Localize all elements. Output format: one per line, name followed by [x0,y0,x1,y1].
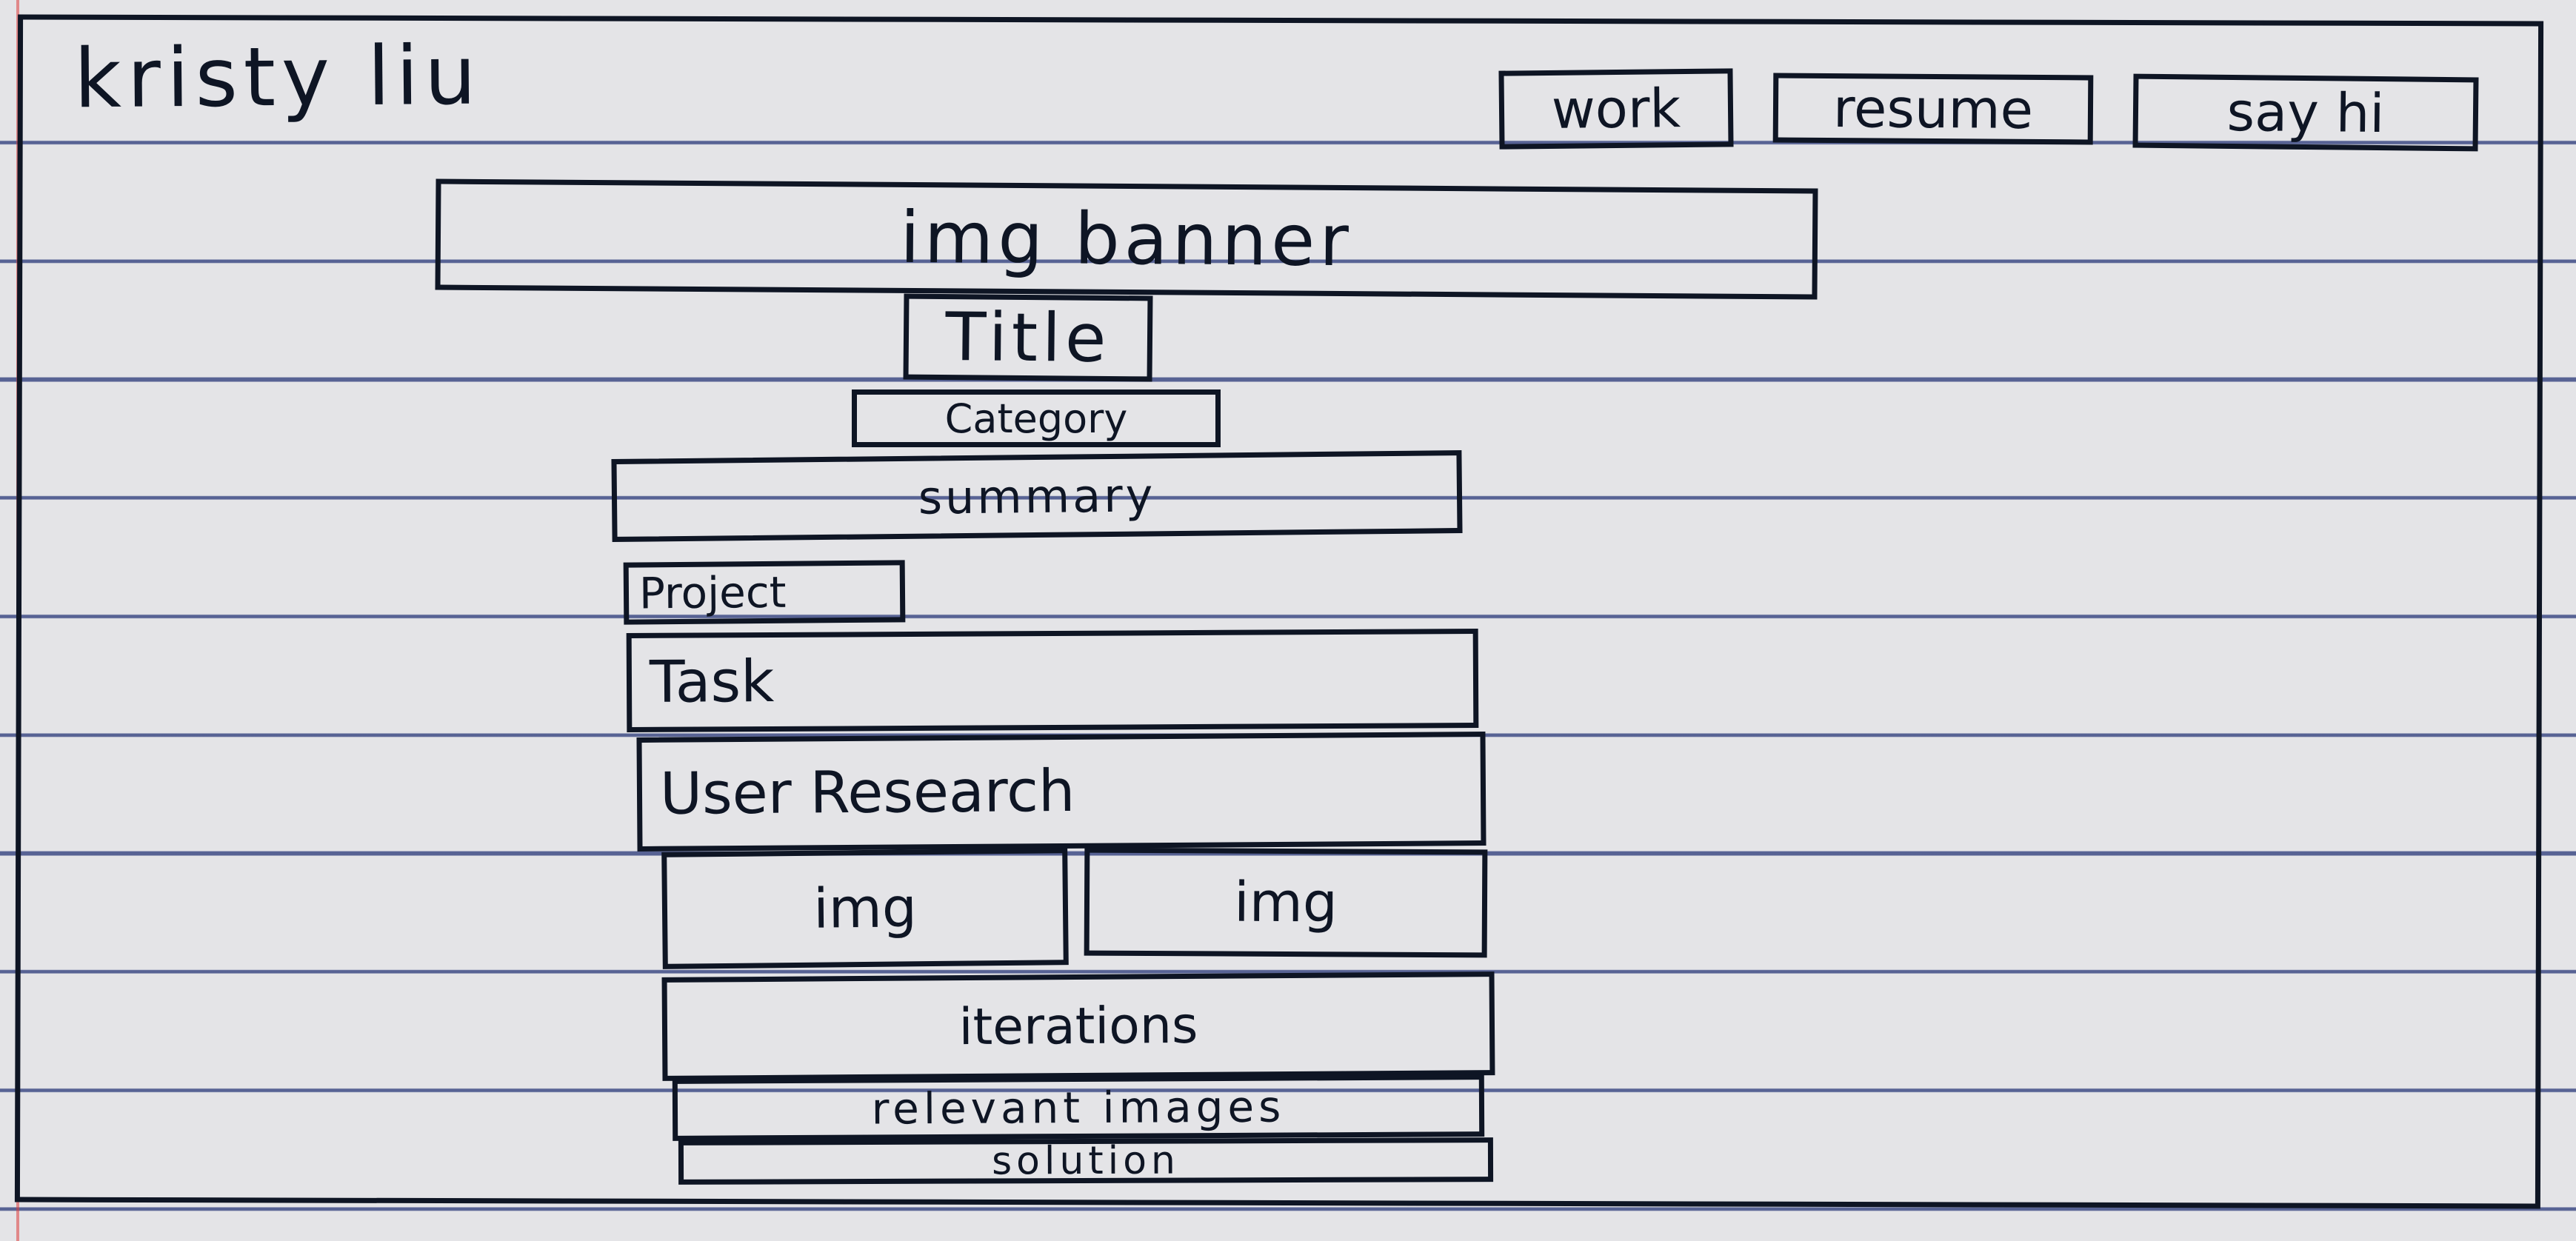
project-title: Title [903,293,1153,382]
site-logo[interactable]: kristy liu [73,28,482,127]
research-image-left: img [661,848,1069,969]
project-section-label: Project [623,560,906,625]
iterations-section: iterations [661,971,1495,1081]
project-category: Category [852,389,1221,447]
user-research-section: User Research [636,732,1486,852]
project-summary: summary [611,449,1463,543]
image-banner: img banner [435,178,1818,300]
task-section: Task [626,628,1479,733]
research-image-right: img [1084,847,1488,958]
nav-work-button[interactable]: work [1498,68,1734,150]
nav-resume-button[interactable]: resume [1772,73,2094,145]
relevant-images-section: relevant images [672,1074,1485,1141]
nav-say-hi-button[interactable]: say hi [2132,73,2479,152]
solution-section: solution [678,1137,1494,1185]
